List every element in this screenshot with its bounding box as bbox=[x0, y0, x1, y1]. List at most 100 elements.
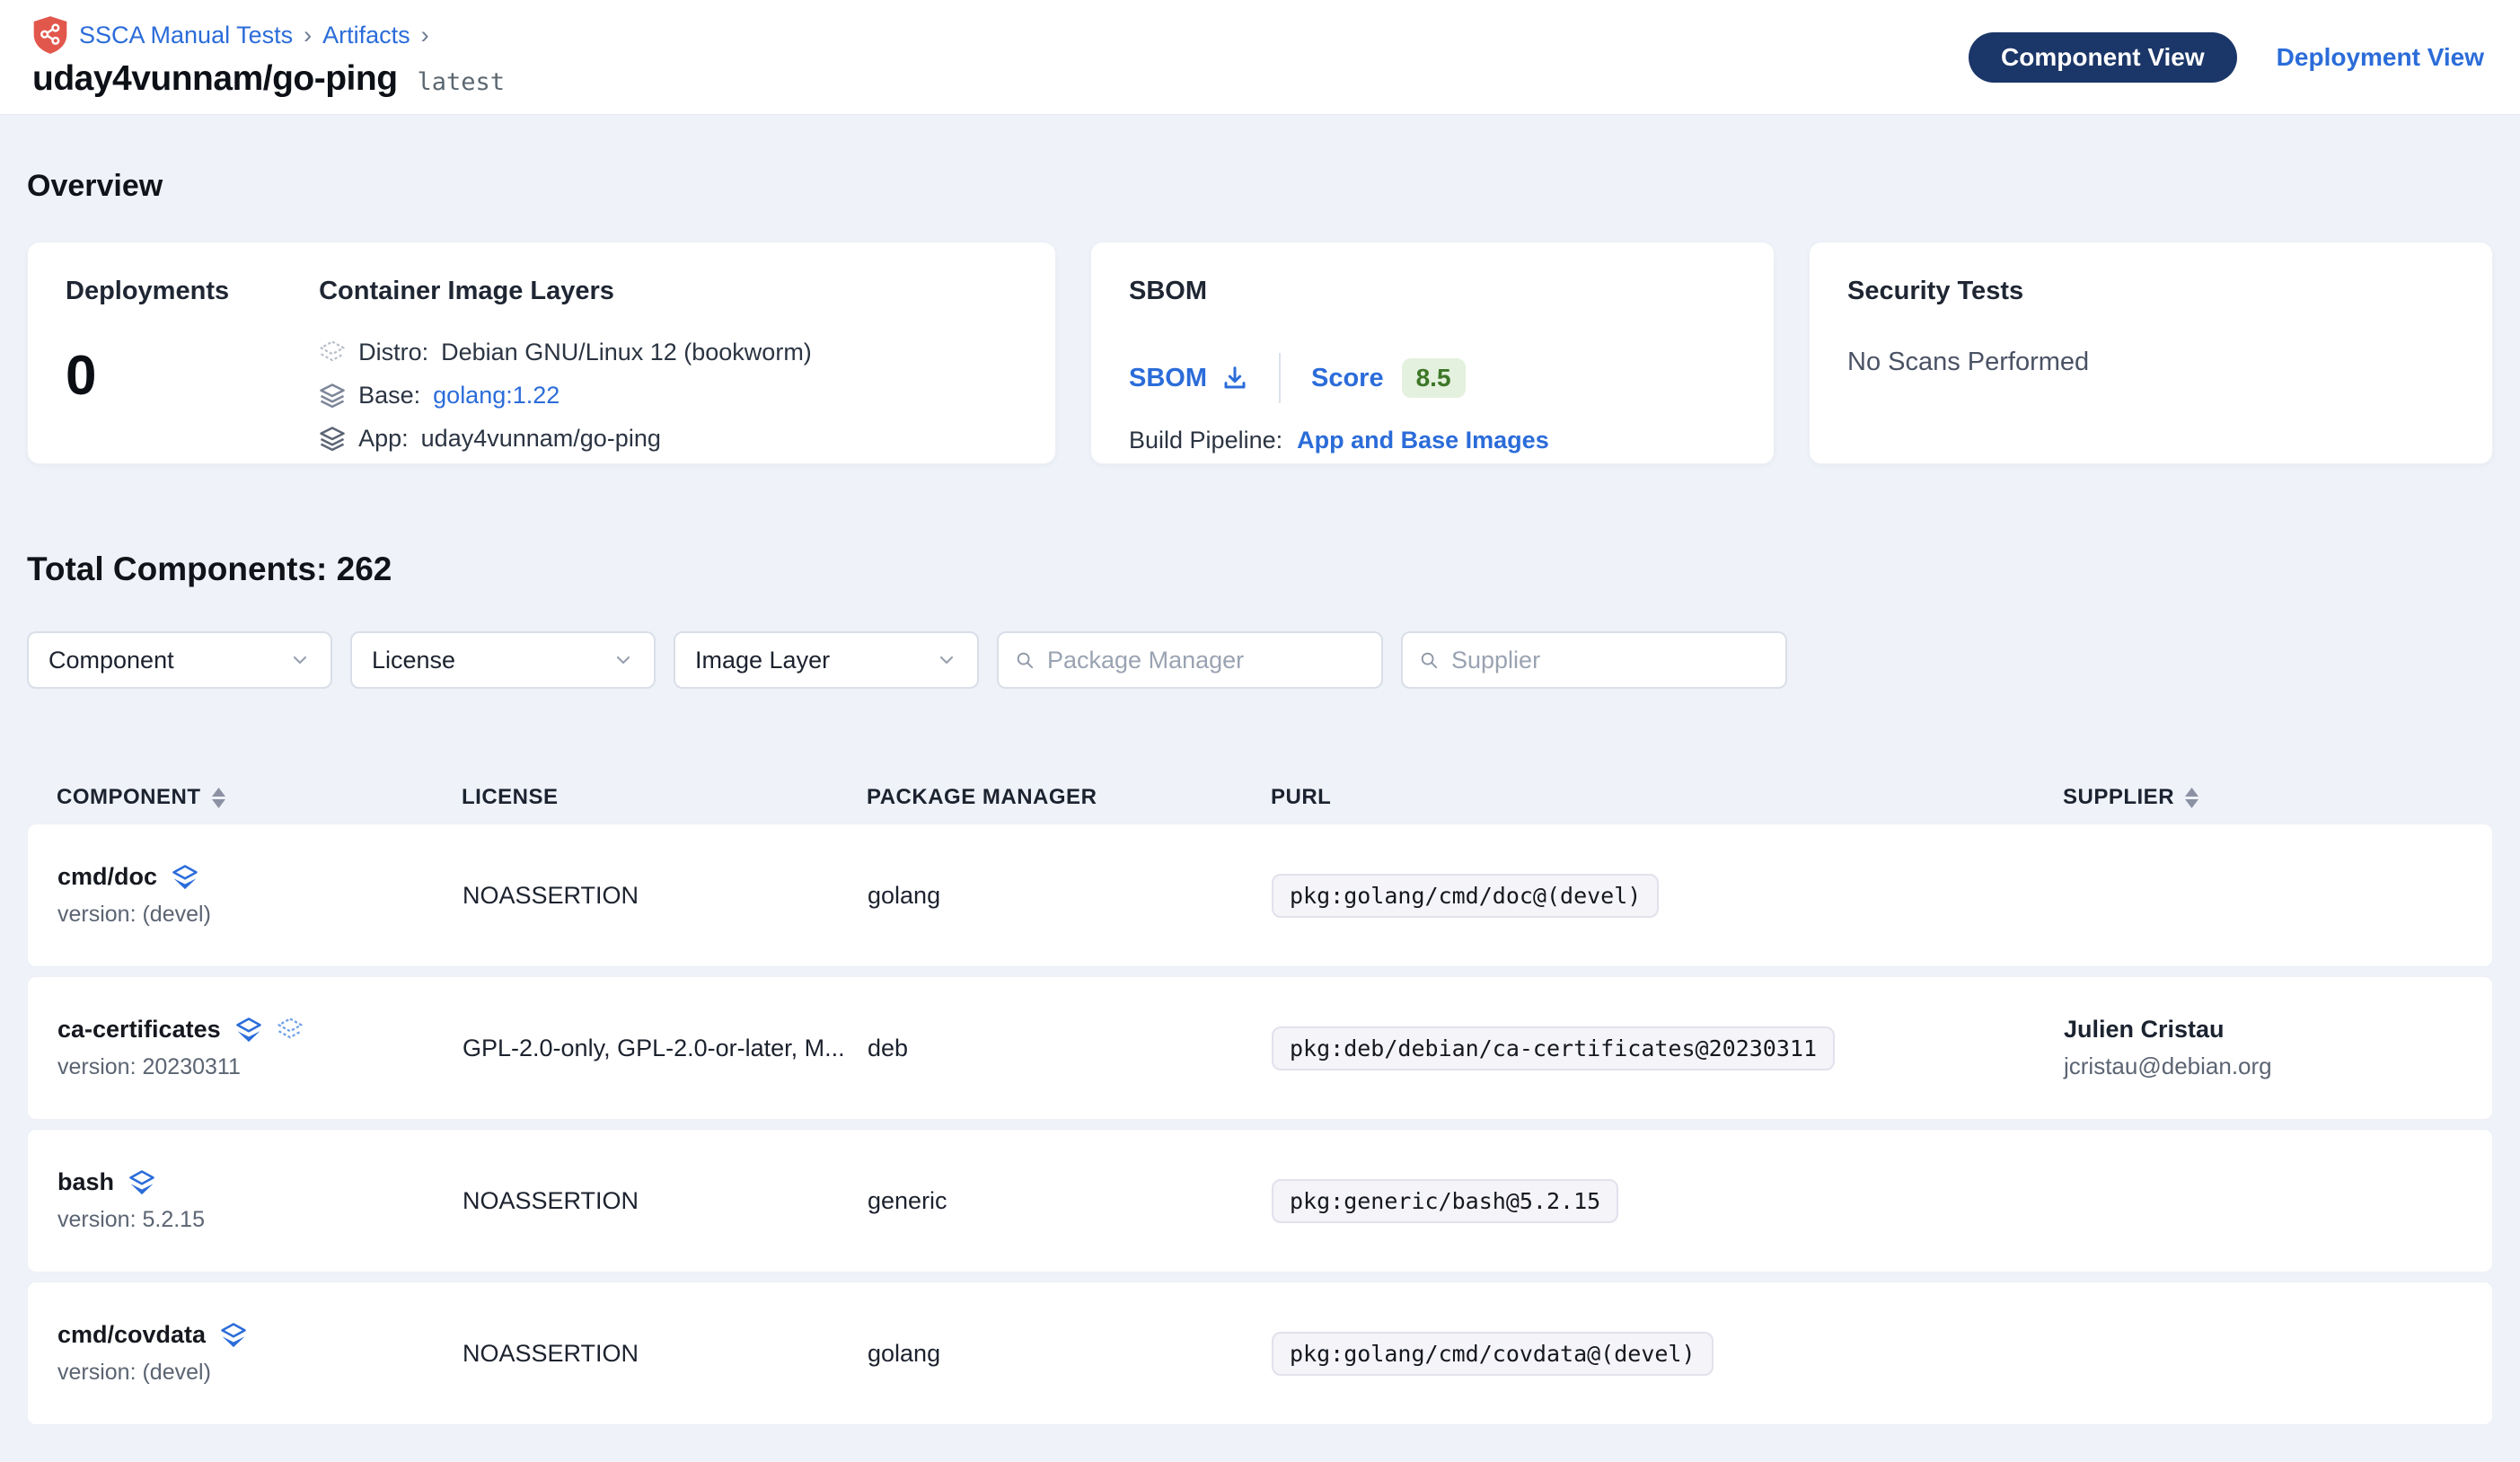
component-name: bash bbox=[57, 1168, 114, 1196]
purl-badge[interactable]: pkg:deb/debian/ca-certificates@20230311 bbox=[1272, 1026, 1835, 1070]
package-manager-search-input[interactable] bbox=[1047, 647, 1365, 674]
sbom-card: SBOM SBOM Score 8.5 Build Pipeline: App … bbox=[1090, 242, 1775, 464]
package-manager-cell: generic bbox=[868, 1187, 1272, 1215]
component-name: cmd/doc bbox=[57, 863, 157, 891]
layers-icon bbox=[172, 864, 198, 891]
build-pipeline-link[interactable]: App and Base Images bbox=[1297, 427, 1549, 454]
package-manager-cell: golang bbox=[868, 1340, 1272, 1368]
deployments-layers-card: Deployments 0 Container Image Layers Dis… bbox=[27, 242, 1056, 464]
table-header: COMPONENT LICENSE PACKAGE MANAGER PURL S… bbox=[27, 771, 2493, 823]
layer-item-distro: Distro: Debian GNU/Linux 12 (bookworm) bbox=[319, 339, 812, 366]
no-scans-text: No Scans Performed bbox=[1847, 348, 2454, 377]
license-cell: NOASSERTION bbox=[463, 1340, 868, 1368]
supplier-search[interactable] bbox=[1401, 631, 1787, 689]
layer-item-app: App: uday4vunnam/go-ping bbox=[319, 425, 812, 453]
purl-badge[interactable]: pkg:golang/cmd/doc@(devel) bbox=[1272, 874, 1659, 918]
divider bbox=[1279, 353, 1281, 403]
layer-label: Base: bbox=[358, 382, 420, 410]
component-name: cmd/covdata bbox=[57, 1321, 206, 1349]
package-manager-cell: deb bbox=[868, 1035, 1272, 1062]
search-icon bbox=[1015, 647, 1035, 673]
supplier-search-input[interactable] bbox=[1451, 647, 1769, 674]
table-row[interactable]: ca-certificates version: 20230311 GPL-2.… bbox=[27, 976, 2493, 1120]
package-manager-cell: golang bbox=[868, 882, 1272, 910]
layer-label: Distro: bbox=[358, 339, 428, 366]
layers-outline-icon bbox=[277, 1017, 304, 1044]
breadcrumb-link-artifacts[interactable]: Artifacts bbox=[322, 22, 410, 49]
breadcrumb-separator: › bbox=[421, 22, 429, 49]
dropdown-label: Image Layer bbox=[695, 647, 830, 674]
column-label: COMPONENT bbox=[57, 785, 201, 810]
total-components-heading: Total Components: 262 bbox=[27, 550, 2493, 588]
component-version: version: 5.2.15 bbox=[57, 1207, 463, 1233]
license-cell: GPL-2.0-only, GPL-2.0-or-later, M... bbox=[463, 1035, 868, 1062]
page-header: SSCA Manual Tests › Artifacts › uday4vun… bbox=[0, 0, 2520, 115]
image-layer-filter-dropdown[interactable]: Image Layer bbox=[674, 631, 979, 689]
package-manager-search[interactable] bbox=[997, 631, 1383, 689]
view-toggle: Component View Deployment View bbox=[1969, 32, 2484, 83]
component-view-button[interactable]: Component View bbox=[1969, 32, 2237, 83]
breadcrumb-separator: › bbox=[304, 22, 312, 49]
dropdown-label: Component bbox=[48, 647, 174, 674]
column-header-supplier[interactable]: SUPPLIER bbox=[2063, 785, 2463, 810]
layer-value: uday4vunnam/go-ping bbox=[421, 425, 661, 453]
column-header-license: LICENSE bbox=[462, 785, 867, 810]
layer-item-base: Base: golang:1.22 bbox=[319, 382, 812, 410]
deployment-view-button[interactable]: Deployment View bbox=[2277, 43, 2484, 72]
column-label: LICENSE bbox=[462, 785, 559, 810]
build-pipeline-label: Build Pipeline: bbox=[1129, 427, 1282, 454]
sbom-download-link[interactable]: SBOM bbox=[1129, 364, 1248, 393]
column-header-package-manager: PACKAGE MANAGER bbox=[867, 785, 1271, 810]
sbom-download-label: SBOM bbox=[1129, 364, 1207, 393]
purl-cell: pkg:generic/bash@5.2.15 bbox=[1272, 1179, 2064, 1223]
deployments-block: Deployments 0 bbox=[66, 277, 229, 429]
sort-icon[interactable] bbox=[212, 788, 225, 808]
purl-badge[interactable]: pkg:golang/cmd/covdata@(devel) bbox=[1272, 1332, 1714, 1376]
security-tests-card: Security Tests No Scans Performed bbox=[1809, 242, 2493, 464]
image-layers-block: Container Image Layers Distro: Debian GN… bbox=[319, 277, 812, 429]
layers-icon bbox=[220, 1322, 247, 1349]
purl-cell: pkg:golang/cmd/doc@(devel) bbox=[1272, 874, 2064, 918]
license-cell: NOASSERTION bbox=[463, 1187, 868, 1215]
deployments-title: Deployments bbox=[66, 277, 229, 306]
component-version: version: (devel) bbox=[57, 902, 463, 928]
main-content: Overview Deployments 0 Container Image L… bbox=[0, 169, 2520, 1425]
table-row[interactable]: cmd/covdata version: (devel) NOASSERTION… bbox=[27, 1281, 2493, 1425]
license-cell: NOASSERTION bbox=[463, 882, 868, 910]
page-title: uday4vunnam/go-ping bbox=[32, 59, 398, 99]
license-filter-dropdown[interactable]: License bbox=[350, 631, 656, 689]
sbom-score-link[interactable]: Score bbox=[1311, 364, 1384, 393]
overview-heading: Overview bbox=[27, 169, 2493, 204]
column-label: SUPPLIER bbox=[2063, 785, 2174, 810]
component-cell: ca-certificates version: 20230311 bbox=[57, 1016, 463, 1080]
sbom-title: SBOM bbox=[1129, 277, 1736, 306]
chevron-down-icon bbox=[612, 649, 634, 671]
component-filter-dropdown[interactable]: Component bbox=[27, 631, 332, 689]
ssca-shield-icon bbox=[32, 15, 68, 55]
column-label: PACKAGE MANAGER bbox=[867, 785, 1097, 810]
supplier-name: Julien Cristau bbox=[2064, 1016, 2463, 1044]
layer-value: Debian GNU/Linux 12 (bookworm) bbox=[441, 339, 812, 366]
layers-icon bbox=[319, 426, 346, 453]
purl-cell: pkg:golang/cmd/covdata@(devel) bbox=[1272, 1332, 2064, 1376]
table-row[interactable]: bash version: 5.2.15 NOASSERTION generic… bbox=[27, 1129, 2493, 1273]
download-icon bbox=[1221, 365, 1248, 392]
supplier-cell bbox=[2064, 1349, 2463, 1358]
component-version: version: 20230311 bbox=[57, 1054, 463, 1080]
artifact-tag: latest bbox=[418, 68, 506, 96]
supplier-cell bbox=[2064, 1196, 2463, 1205]
sort-icon[interactable] bbox=[2185, 788, 2198, 808]
search-icon bbox=[1419, 647, 1439, 673]
table-row[interactable]: cmd/doc version: (devel) NOASSERTION gol… bbox=[27, 823, 2493, 967]
component-cell: cmd/doc version: (devel) bbox=[57, 863, 463, 928]
component-cell: cmd/covdata version: (devel) bbox=[57, 1321, 463, 1386]
component-name: ca-certificates bbox=[57, 1016, 221, 1044]
column-header-component[interactable]: COMPONENT bbox=[57, 785, 462, 810]
component-cell: bash version: 5.2.15 bbox=[57, 1168, 463, 1233]
deployments-count: 0 bbox=[66, 344, 229, 408]
layers-icon bbox=[319, 383, 346, 410]
base-image-link[interactable]: golang:1.22 bbox=[433, 382, 560, 410]
breadcrumb-link-project[interactable]: SSCA Manual Tests bbox=[79, 22, 293, 49]
supplier-email: jcristau@debian.org bbox=[2064, 1052, 2463, 1080]
purl-badge[interactable]: pkg:generic/bash@5.2.15 bbox=[1272, 1179, 1618, 1223]
